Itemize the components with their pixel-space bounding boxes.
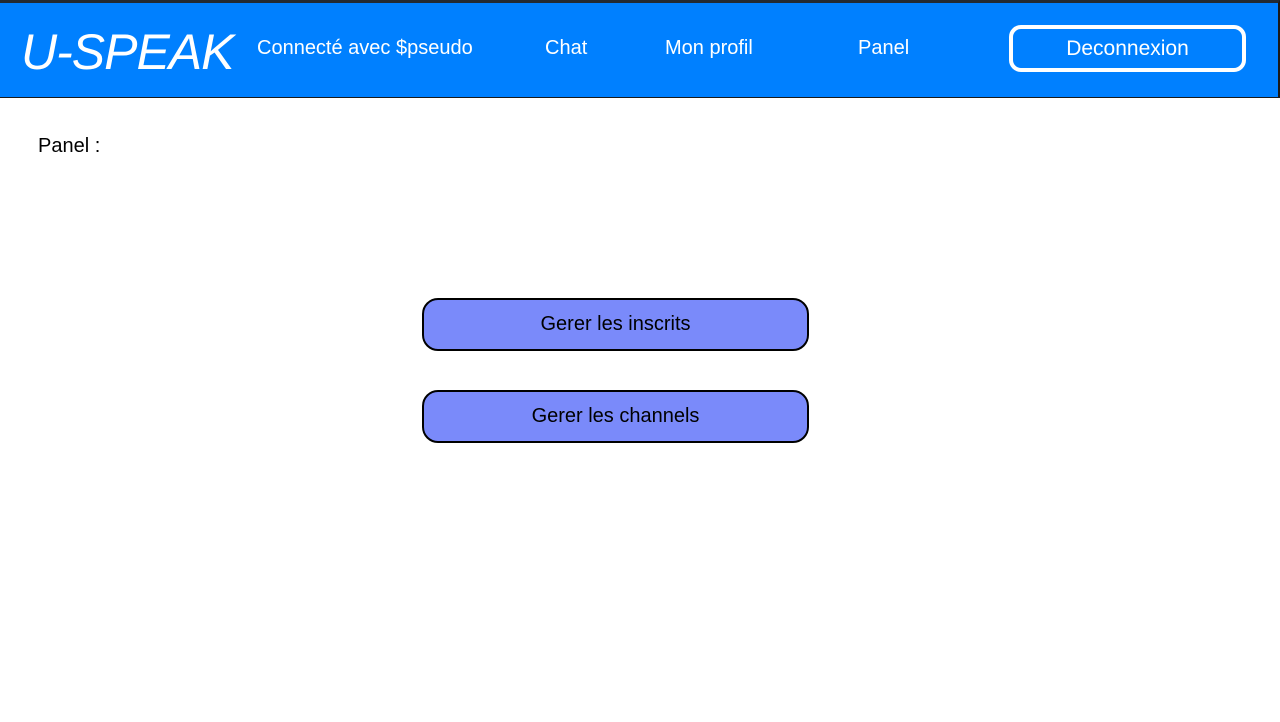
manage-channels-button[interactable]: Gerer les channels (422, 390, 809, 443)
app-logo: U-SPEAK (21, 24, 235, 80)
nav-link-profile[interactable]: Mon profil (665, 35, 753, 61)
app-window: U-SPEAK Connecté avec $pseudo Chat Mon p… (0, 0, 1280, 722)
connected-user-label: Connecté avec $pseudo (257, 37, 473, 59)
logout-button[interactable]: Deconnexion (1009, 25, 1246, 72)
top-navigation-bar: U-SPEAK Connecté avec $pseudo Chat Mon p… (0, 0, 1280, 98)
nav-link-panel[interactable]: Panel (858, 35, 909, 61)
manage-users-button[interactable]: Gerer les inscrits (422, 298, 809, 351)
nav-link-chat[interactable]: Chat (545, 35, 587, 61)
page-title: Panel : (38, 135, 101, 157)
